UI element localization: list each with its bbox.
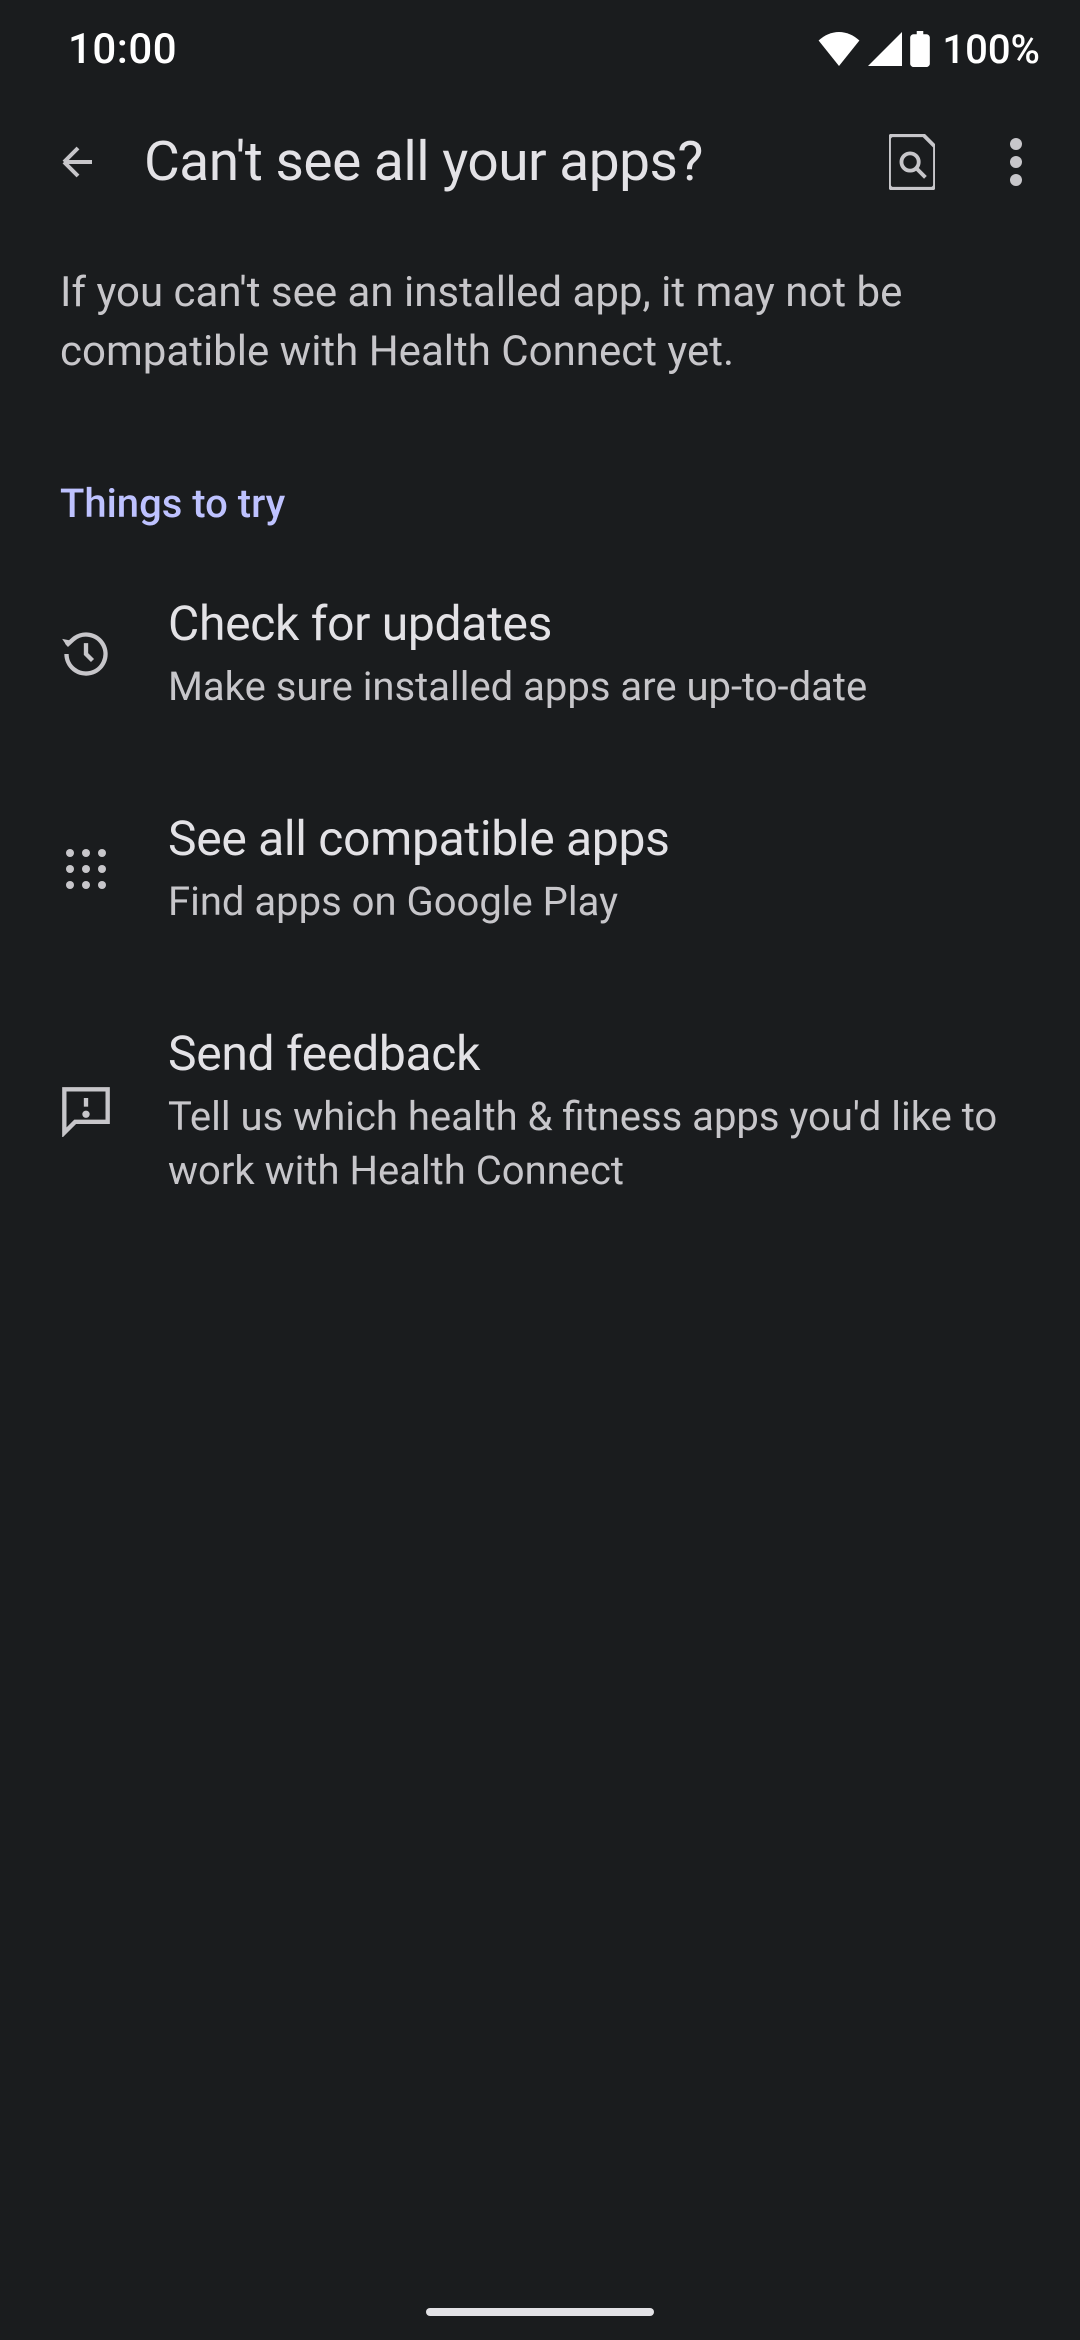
list-item-content: See all compatible apps Find apps on Goo… [168, 810, 1020, 929]
cellular-icon [868, 32, 902, 66]
intro-text: If you can't see an installed app, it ma… [0, 224, 1080, 402]
feedback-icon [60, 1085, 112, 1137]
arrow-back-icon [54, 138, 102, 186]
list-item-subtitle: Find apps on Google Play [168, 875, 1020, 929]
list-item-send-feedback[interactable]: Send feedback Tell us which health & fit… [0, 977, 1080, 1246]
history-icon [60, 628, 112, 680]
app-bar-actions [884, 134, 1044, 190]
section-header: Things to try [0, 402, 1080, 547]
battery-percentage: 100% [942, 26, 1040, 73]
list-item-subtitle: Make sure installed apps are up-to-date [168, 660, 1020, 714]
app-bar: Can't see all your apps? [0, 90, 1080, 224]
status-time: 10:00 [68, 25, 177, 74]
status-bar: 10:00 100% [0, 0, 1080, 90]
wifi-icon [818, 32, 860, 66]
list-item-compatible-apps[interactable]: See all compatible apps Find apps on Goo… [0, 762, 1080, 977]
battery-icon [910, 31, 930, 67]
list-item-subtitle: Tell us which health & fitness apps you'… [168, 1090, 1020, 1198]
more-options-button[interactable] [988, 134, 1044, 190]
list-item-title: Send feedback [168, 1025, 1020, 1082]
list-item-title: Check for updates [168, 595, 1020, 652]
list-item-content: Send feedback Tell us which health & fit… [168, 1025, 1020, 1198]
list-item-content: Check for updates Make sure installed ap… [168, 595, 1020, 714]
back-button[interactable] [48, 132, 108, 192]
find-in-page-button[interactable] [884, 134, 940, 190]
find-in-page-icon [889, 134, 935, 190]
list-item-title: See all compatible apps [168, 810, 1020, 867]
status-icons: 100% [818, 26, 1040, 73]
page-title: Can't see all your apps? [144, 130, 848, 194]
apps-icon [60, 843, 112, 895]
list-item-check-updates[interactable]: Check for updates Make sure installed ap… [0, 547, 1080, 762]
gesture-bar[interactable] [426, 2308, 654, 2316]
more-vert-icon [1010, 138, 1022, 186]
